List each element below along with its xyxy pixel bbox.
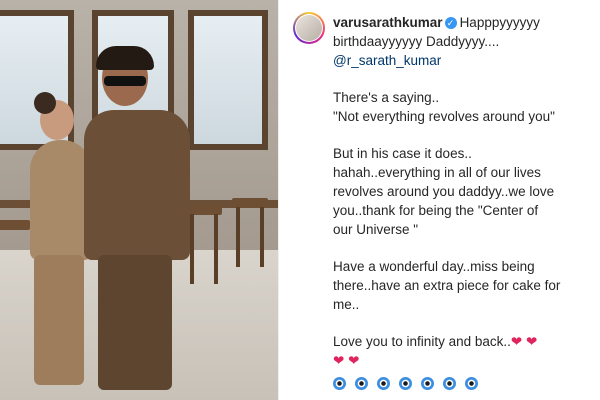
nazar-amulet-icon — [443, 376, 456, 390]
caption-closing: Love you to infinity and back.. — [333, 334, 511, 349]
avatar-image — [296, 15, 322, 41]
caption-line-1: Happpyyyyyy — [459, 15, 540, 30]
nazar-amulet-icon — [465, 376, 478, 390]
caption-text: "Not everything revolves around you" — [333, 109, 555, 124]
caption-text: there..have an extra piece for cake for — [333, 278, 561, 293]
red-heart-icon: ❤ — [510, 334, 523, 349]
red-heart-icon: ❤ — [525, 334, 538, 349]
photo-window — [188, 10, 268, 150]
caption-panel: varusarathkumar ✓ Happpyyyyyy birthdaayyyy… — [279, 0, 600, 400]
caption-line-2: birthdaayyyyyy Daddyyyy.... — [333, 34, 500, 49]
photo-person-man — [84, 110, 190, 260]
caption-text: you..thank for being the "Center of — [333, 203, 539, 218]
photo-stool — [0, 220, 30, 230]
nazar-amulet-icon — [355, 376, 368, 390]
verified-badge-icon: ✓ — [444, 17, 457, 29]
caption-text: our Universe " — [333, 222, 419, 237]
instagram-post: varusarathkumar ✓ Happpyyyyyy birthdaayyyy… — [0, 0, 600, 400]
nazar-amulet-icon — [421, 376, 434, 390]
post-caption: varusarathkumar ✓ Happpyyyyyy birthdaayyyy… — [333, 13, 591, 392]
caption-text: hahah..everything in all of our lives — [333, 165, 541, 180]
nazar-amulet-icon — [333, 376, 346, 390]
photo-sunglasses — [104, 76, 146, 86]
nazar-amulet-icon — [399, 376, 412, 390]
caption-text: Have a wonderful day..miss being — [333, 259, 535, 274]
mention-link[interactable]: @r_sarath_kumar — [333, 51, 591, 70]
photo-person-woman — [30, 140, 92, 260]
red-heart-icon: ❤ — [348, 353, 360, 368]
caption-text: me.. — [333, 297, 360, 312]
username-link[interactable]: varusarathkumar — [333, 15, 443, 30]
nazar-amulet-icon — [377, 376, 390, 390]
caption-text: revolves around you daddyy..we love — [333, 184, 555, 199]
avatar[interactable] — [293, 12, 325, 44]
post-photo[interactable] — [0, 0, 278, 400]
caption-text: But in his case it does.. — [333, 146, 472, 161]
caption-text: There's a saying.. — [333, 90, 440, 105]
red-heart-icon: ❤ — [333, 353, 345, 368]
